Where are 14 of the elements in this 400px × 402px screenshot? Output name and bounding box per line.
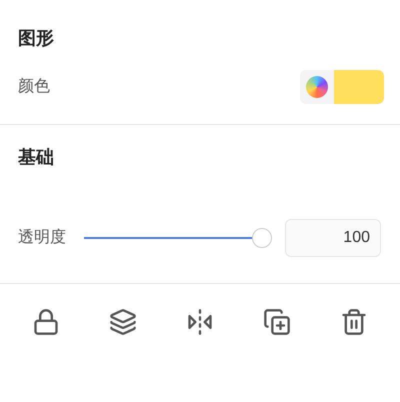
color-wheel-icon	[306, 76, 328, 98]
color-picker[interactable]	[300, 70, 384, 104]
section-title: 基础	[18, 146, 54, 169]
duplicate-icon	[262, 308, 291, 336]
slider-thumb[interactable]	[252, 228, 272, 248]
opacity-label: 透明度	[18, 228, 67, 248]
opacity-input[interactable]: 100	[285, 219, 381, 257]
lock-icon	[32, 308, 60, 336]
flip-icon	[186, 308, 214, 336]
layers-icon	[109, 308, 138, 336]
color-label: 颜色	[18, 76, 50, 97]
opacity-slider[interactable]	[84, 228, 272, 248]
section-title: 图形	[18, 27, 54, 50]
delete-icon	[340, 308, 368, 336]
